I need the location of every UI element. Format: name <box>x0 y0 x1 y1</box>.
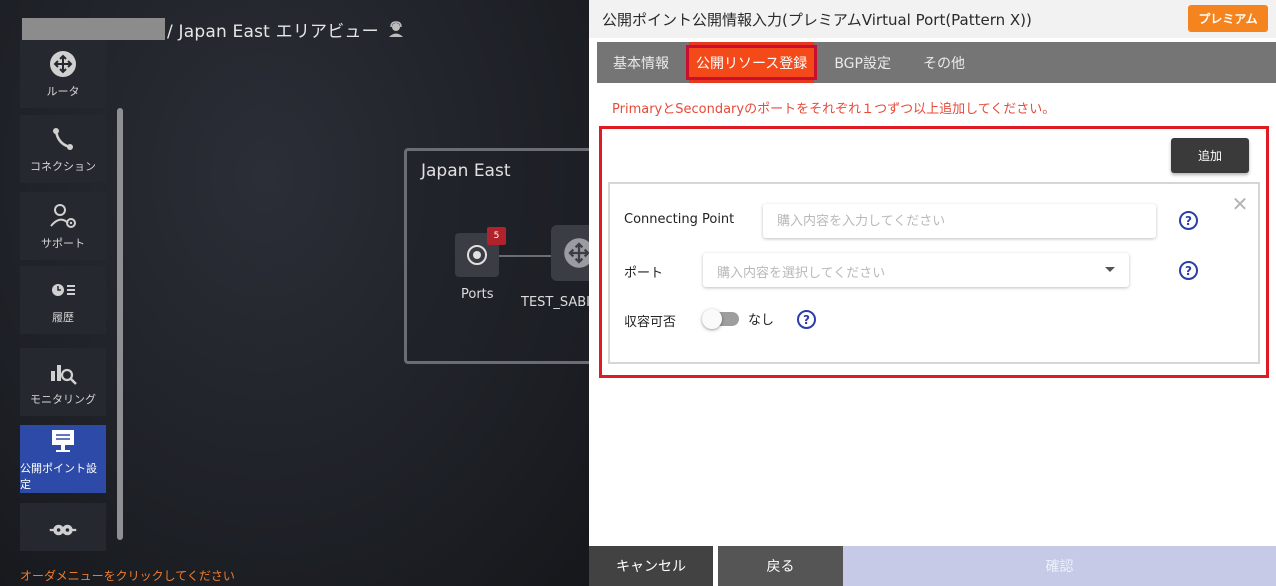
add-button[interactable]: 追加 <box>1171 138 1249 173</box>
sidebar-item-label: 履歴 <box>52 311 74 324</box>
sidebar-scrollbar[interactable] <box>117 108 123 540</box>
region-title: Japan East <box>421 161 511 181</box>
breadcrumb-text: / Japan East エリアビュー <box>167 21 379 42</box>
support-icon <box>48 201 78 231</box>
sidebar-item-router[interactable]: ルータ <box>20 40 106 108</box>
plug-icon <box>48 515 78 545</box>
capacity-label: 収容可否 <box>624 315 677 330</box>
port-help-icon[interactable]: ? <box>1179 261 1198 280</box>
resource-section-highlight: 追加 ✕ Connecting Point ? ポート 購入内容を選択してくださ… <box>599 126 1269 378</box>
sidebar-item-connection[interactable]: コネクション <box>20 115 106 183</box>
capacity-help-icon[interactable]: ? <box>797 310 816 329</box>
router-icon <box>564 238 589 268</box>
ports-count-badge: 5 <box>487 227 506 245</box>
history-icon <box>48 275 78 305</box>
confirm-button[interactable]: 確認 <box>843 546 1276 586</box>
chevron-down-icon <box>1105 267 1115 272</box>
region-japan-east[interactable]: Japan East 5 Ports TEST_SABI <box>404 148 589 364</box>
capacity-toggle[interactable] <box>702 309 739 329</box>
sidebar-item-plug[interactable] <box>20 503 106 551</box>
close-icon[interactable]: ✕ <box>1230 194 1250 214</box>
sidebar-item-label: 公開ポイント設定 <box>20 462 97 491</box>
cancel-button[interactable]: キャンセル <box>589 546 713 586</box>
sidebar-item-support[interactable]: サポート <box>20 192 106 260</box>
sidebar-item-monitoring[interactable]: モニタリング <box>20 348 106 416</box>
router-node[interactable] <box>551 225 589 281</box>
sidebar-item-label: ルータ <box>46 85 80 98</box>
redacted-breadcrumb <box>22 18 165 40</box>
tab-bgp-settings[interactable]: BGP設定 <box>818 42 907 83</box>
tab-public-resource-label: 公開リソース登録 <box>685 45 818 80</box>
ports-label: Ports <box>461 287 494 302</box>
router-label: TEST_SABI <box>521 295 589 310</box>
tab-other[interactable]: その他 <box>907 42 981 83</box>
back-button[interactable]: 戻る <box>718 546 843 586</box>
area-view: / Japan East エリアビュー ルータ コネクション サポート 履歴 モ… <box>0 0 589 586</box>
sidebar-item-history[interactable]: 履歴 <box>20 266 106 334</box>
breadcrumb: / Japan East エリアビュー <box>22 18 405 42</box>
port-icon <box>467 245 487 265</box>
order-hint: オーダメニューをクリックしてください <box>20 569 235 583</box>
port-select-placeholder: 購入内容を選択してください <box>717 266 886 281</box>
router-icon <box>48 49 78 79</box>
public-info-panel: 公開ポイント公開情報入力(プレミアムVirtual Port(Pattern X… <box>589 0 1276 586</box>
connecting-point-help-icon[interactable]: ? <box>1179 211 1198 230</box>
port-select[interactable]: 購入内容を選択してください <box>703 253 1129 287</box>
tab-bar: 基本情報 公開リソース登録 BGP設定 その他 <box>597 42 1276 83</box>
resource-card: ✕ Connecting Point ? ポート 購入内容を選択してください ?… <box>608 182 1260 364</box>
premium-badge-button[interactable]: プレミアム <box>1188 5 1268 32</box>
sidebar-item-label: コネクション <box>30 160 96 173</box>
panel-header: 公開ポイント公開情報入力(プレミアムVirtual Port(Pattern X… <box>589 0 1276 38</box>
monitoring-icon <box>48 357 78 387</box>
capacity-toggle-text: なし <box>748 313 775 328</box>
panel-footer: キャンセル 戻る 確認 <box>589 546 1276 586</box>
panel-title: 公開ポイント公開情報入力(プレミアムVirtual Port(Pattern X… <box>602 11 1032 29</box>
tab-basic-info[interactable]: 基本情報 <box>597 42 685 83</box>
connecting-point-input[interactable] <box>763 204 1156 238</box>
sidebar-item-label: モニタリング <box>30 393 96 406</box>
port-warning-message: PrimaryとSecondaryのポートをそれぞれ１つずつ以上追加してください… <box>612 102 1056 117</box>
connection-icon <box>48 124 78 154</box>
sidebar-item-public-point[interactable]: 公開ポイント設定 <box>20 425 106 493</box>
connecting-point-label: Connecting Point <box>624 212 735 227</box>
sidebar-item-label: サポート <box>41 237 85 250</box>
link-line <box>499 255 551 257</box>
public-point-icon <box>48 426 78 456</box>
support-agent-icon[interactable] <box>387 20 405 38</box>
toggle-knob <box>702 309 722 329</box>
tab-public-resource[interactable]: 公開リソース登録 <box>685 42 818 83</box>
port-label: ポート <box>624 266 664 281</box>
